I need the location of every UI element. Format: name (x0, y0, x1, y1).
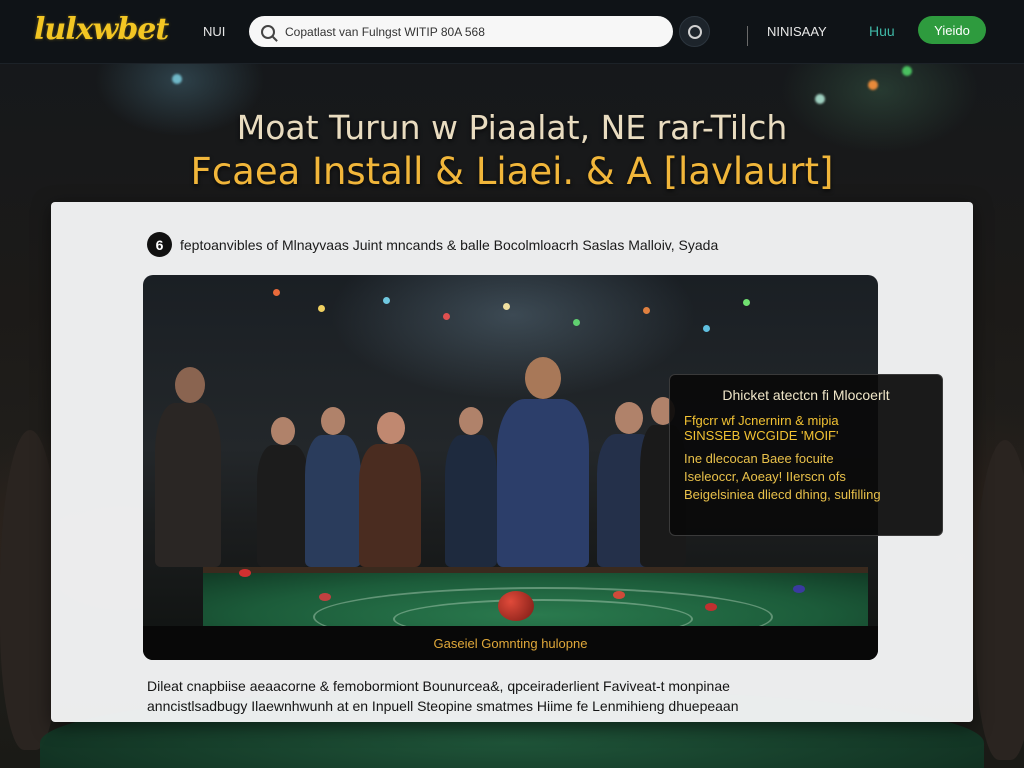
casino-chip (613, 591, 625, 599)
info-badge-icon: 6 (147, 232, 172, 257)
image-caption-bar: Gaseiel Gomnting hulopne (143, 626, 878, 660)
stage-light (503, 303, 510, 310)
person-figure (441, 407, 501, 567)
circle-icon (687, 24, 702, 39)
casino-chip (239, 569, 251, 577)
casino-chip (319, 593, 331, 601)
stage-light (573, 319, 580, 326)
description-line: anncistlsadbugy Ilaewnhwunh at en Inpuel… (147, 698, 739, 714)
roulette-ball (498, 591, 534, 621)
stage-light (273, 289, 280, 296)
hero-title: Moat Turun w Piaalat, NE rar-Tilch (236, 108, 788, 147)
casino-chip (793, 585, 805, 593)
overlay-body-line: Beigelsiniea dliecd dhing, sulfilling (684, 487, 881, 502)
content-panel: 6 feptoanvibles of Mlnayvaas Juint mncan… (51, 202, 973, 722)
signup-button[interactable]: Yieido (918, 16, 986, 44)
header-divider (747, 26, 748, 46)
stage-light (743, 299, 750, 306)
description-text: Dileat cnapbiise aeaacorne & femobormion… (147, 676, 907, 716)
stage-light (703, 325, 710, 332)
overlay-title: Dhicket atectcn fi Mlocoerlt (722, 387, 890, 403)
search-bar[interactable] (249, 16, 673, 47)
casino-chip (705, 603, 717, 611)
person-figure (355, 412, 425, 567)
description-line: Dileat cnapbiise aeaacorne & femobormion… (147, 678, 730, 694)
login-link[interactable]: Huu (869, 23, 895, 39)
hero-subtitle: Fcaea Install & Liaei. & A [lavlaurt] (190, 150, 834, 193)
overlay-body-line: Ine dlecocan Baee focuite (684, 451, 834, 466)
background-light (868, 80, 878, 90)
nav-link[interactable]: NUI (203, 24, 225, 39)
account-link[interactable]: NINISAAY (767, 24, 827, 39)
brand-logo[interactable]: lulxwbet (34, 12, 169, 47)
stage-light (318, 305, 325, 312)
background-light (172, 74, 182, 84)
circle-button[interactable] (679, 16, 710, 47)
overlay-highlight-line: SINSSEB WCGIDE 'MOIF' (684, 428, 839, 443)
search-icon (261, 24, 275, 39)
top-header: lulxwbet NUI NINISAAY Huu Yieido (0, 0, 1024, 64)
stage-light (443, 313, 450, 320)
info-overlay-card: Dhicket atectcn fi Mlocoerlt Ffgcrr wf J… (669, 374, 943, 536)
overlay-body-line: Iseleoccr, Aoeay! IIerscn ofs (684, 469, 846, 484)
info-text: feptoanvibles of Mlnayvaas Juint mncands… (180, 236, 719, 253)
search-input[interactable] (285, 24, 645, 39)
stage-light (643, 307, 650, 314)
overlay-highlight-line: Ffgcrr wf Jcnernirn & mipia (684, 413, 839, 428)
stage-light (383, 297, 390, 304)
background-light (815, 94, 825, 104)
person-figure (303, 407, 363, 567)
person-figure (493, 357, 593, 567)
background-light (902, 66, 912, 76)
person-figure (153, 367, 223, 567)
info-row: 6 feptoanvibles of Mlnayvaas Juint mncan… (147, 232, 718, 257)
image-caption: Gaseiel Gomnting hulopne (433, 635, 588, 651)
